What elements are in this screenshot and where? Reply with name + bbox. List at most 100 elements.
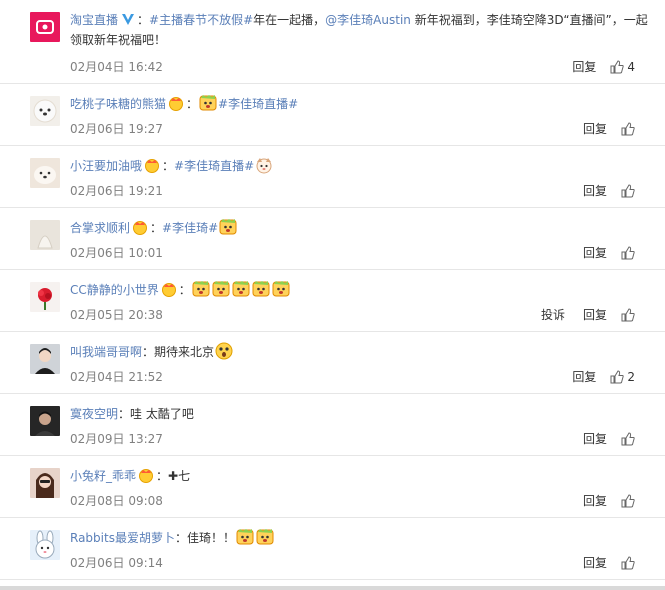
segment: ： <box>186 97 199 111</box>
thumbs-up-icon <box>621 183 635 197</box>
avatar[interactable] <box>30 344 60 374</box>
segment: ： <box>137 13 150 27</box>
comment-item: 合掌求顺利 ：#李佳琦# 02月06日 10:01 回复 <box>0 208 665 270</box>
reply-button[interactable]: 回复 <box>583 244 607 261</box>
like-count: 2 <box>627 369 635 384</box>
like-button[interactable]: 2 <box>610 370 635 384</box>
topic-link[interactable]: #李佳琦直播# <box>218 97 298 111</box>
emoji-icon <box>192 281 210 297</box>
thumbs-up-icon <box>621 493 635 507</box>
reply-button[interactable]: 回复 <box>583 430 607 447</box>
avatar[interactable] <box>30 468 60 498</box>
like-button[interactable] <box>621 431 635 446</box>
avatar[interactable] <box>30 12 60 42</box>
username[interactable]: 小汪要加油哦 <box>70 159 142 173</box>
segment: ：佳琦！！ <box>174 531 235 545</box>
avatar[interactable] <box>30 282 60 312</box>
segment: ： <box>178 283 191 297</box>
comment-time: 02月06日 10:01 <box>70 246 163 260</box>
comment-time: 02月06日 09:14 <box>70 556 163 570</box>
comment-list: 淘宝直播 ：#主播春节不放假#年在一起播，@李佳琦Austin 新年祝福到，李佳琦… <box>0 0 665 590</box>
report-button[interactable]: 投诉 <box>541 306 565 323</box>
topic-link[interactable]: #李佳琦直播# <box>174 159 254 173</box>
emoji-icon <box>215 342 233 360</box>
comment-time: 02月04日 21:52 <box>70 370 163 384</box>
comment-time: 02月06日 19:21 <box>70 184 163 198</box>
topic-link[interactable]: #李佳琦# <box>162 221 218 235</box>
comment-item: 小兔籽_乖乖 ：✚七 02月08日 09:08 回复 <box>0 456 665 518</box>
avatar[interactable] <box>30 406 60 436</box>
avatar[interactable] <box>30 220 60 250</box>
like-button[interactable] <box>621 245 635 260</box>
crown-badge-icon <box>145 159 160 173</box>
thumbs-up-icon <box>621 555 635 569</box>
comment-item: 寞夜空明：哇 太酷了吧 02月09日 13:27 回复 <box>0 394 665 456</box>
reply-button[interactable]: 回复 <box>583 182 607 199</box>
comment-item: 吃桃子味糖的熊猫 ： #李佳琦直播# 02月06日 19:27 回复 <box>0 84 665 146</box>
reply-button[interactable]: 回复 <box>583 306 607 323</box>
like-button[interactable] <box>621 307 635 322</box>
thumbs-up-icon <box>621 121 635 135</box>
emoji-icon <box>272 281 290 297</box>
like-button[interactable]: 4 <box>610 60 635 74</box>
avatar[interactable] <box>30 158 60 188</box>
username[interactable]: 合掌求顺利 <box>70 221 130 235</box>
like-button[interactable] <box>621 493 635 508</box>
username[interactable]: 寞夜空明 <box>70 407 118 421</box>
avatar[interactable] <box>30 96 60 126</box>
emoji-icon <box>252 281 270 297</box>
like-button[interactable] <box>621 555 635 570</box>
emoji-icon <box>256 529 274 545</box>
comment-item: CC静静的小世界 ： 02月05日 20:38 投诉 回复 <box>0 270 665 332</box>
segment: 年在一起播， <box>253 13 326 27</box>
segment: ：哇 太酷了吧 <box>118 407 194 421</box>
username[interactable]: 小兔籽_乖乖 <box>70 469 136 483</box>
comment-item: 小汪要加油哦 ：#李佳琦直播# 02月06日 19:21 回复 <box>0 146 665 208</box>
comment-time: 02月06日 19:27 <box>70 122 163 136</box>
emoji-icon <box>199 95 217 111</box>
thumbs-up-icon <box>621 245 635 259</box>
crown-badge-icon <box>161 283 176 297</box>
segment: ： <box>162 159 175 173</box>
comment-item: 叫我端哥哥啊：期待来北京 02月04日 21:52 回复 2 <box>0 332 665 394</box>
like-button[interactable] <box>621 183 635 198</box>
comment-time: 02月09日 13:27 <box>70 432 163 446</box>
segment: ：期待来北京 <box>142 345 215 359</box>
username[interactable]: 吃桃子味糖的熊猫 <box>70 97 166 111</box>
reply-button[interactable]: 回复 <box>572 58 596 75</box>
emoji-icon <box>212 281 230 297</box>
avatar[interactable] <box>30 530 60 560</box>
reply-button[interactable]: 回复 <box>572 368 596 385</box>
username[interactable]: Rabbits最爱胡萝卜 <box>70 531 175 545</box>
reply-button[interactable]: 回复 <box>583 554 607 571</box>
comment-time: 02月08日 09:08 <box>70 494 163 508</box>
reply-button[interactable]: 回复 <box>583 492 607 509</box>
thumbs-up-icon <box>610 369 625 383</box>
comment-item: Rabbits最爱胡萝卜：佳琦！！ 02月06日 09:14 回复 <box>0 518 665 580</box>
topic-link[interactable]: #主播春节不放假# <box>149 13 253 27</box>
comment-time: 02月05日 20:38 <box>70 308 163 322</box>
crown-badge-icon <box>133 221 148 235</box>
username[interactable]: 淘宝直播 <box>70 13 118 27</box>
segment: ： <box>150 221 163 235</box>
username[interactable]: 叫我端哥哥啊 <box>70 345 142 359</box>
like-count: 4 <box>627 59 635 74</box>
thumbs-up-icon <box>610 59 625 73</box>
verified-v-icon <box>122 14 135 25</box>
horizontal-scrollbar[interactable] <box>0 586 665 590</box>
crown-badge-icon <box>169 97 184 111</box>
like-button[interactable] <box>621 121 635 136</box>
comment-time: 02月04日 16:42 <box>70 60 163 74</box>
mention-link[interactable]: @李佳琦Austin <box>325 13 411 27</box>
emoji-icon <box>232 281 250 297</box>
username[interactable]: CC静静的小世界 <box>70 283 159 297</box>
thumbs-up-icon <box>621 307 635 321</box>
reply-button[interactable]: 回复 <box>583 120 607 137</box>
comment-item: 淘宝直播 ：#主播春节不放假#年在一起播，@李佳琦Austin 新年祝福到，李佳琦… <box>0 0 665 84</box>
emoji-icon <box>236 529 254 545</box>
segment: ：✚七 <box>156 469 191 483</box>
thumbs-up-icon <box>621 431 635 445</box>
emoji-icon <box>256 158 272 174</box>
crown-badge-icon <box>139 469 154 483</box>
emoji-icon <box>219 219 237 235</box>
